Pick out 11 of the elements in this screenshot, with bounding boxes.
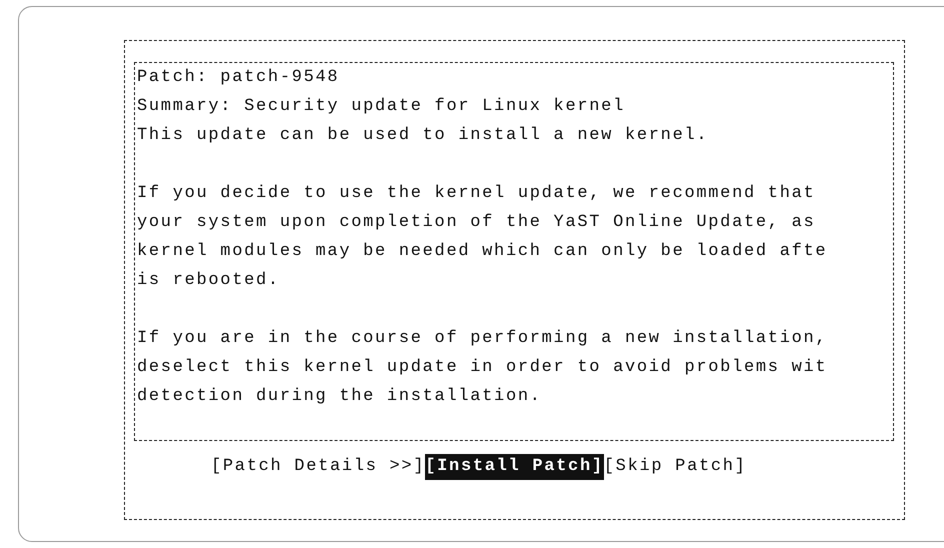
description-text: If you decide to use the kernel update, we recommend that — [137, 183, 816, 205]
description-text: your system upon completion of the YaST Online Update, as — [137, 212, 816, 234]
description-text: Patch: patch-9548 — [137, 67, 340, 89]
description-text: kernel modules may be needed which can only be loaded afte — [137, 241, 828, 263]
description-text: Summary: Security update for Linux kernel — [137, 96, 625, 118]
description-text: This update can be used to install a new kernel. — [137, 125, 708, 147]
dialog-button[interactable]: [Install Patch] — [425, 454, 604, 480]
description-text: deselect this kernel update in order to avoid problems wit — [137, 357, 828, 379]
description-text: If you are in the course of performing a new installation, — [137, 328, 828, 350]
description-text: detection during the installation. — [137, 386, 542, 408]
description-text: is rebooted. — [137, 270, 280, 292]
